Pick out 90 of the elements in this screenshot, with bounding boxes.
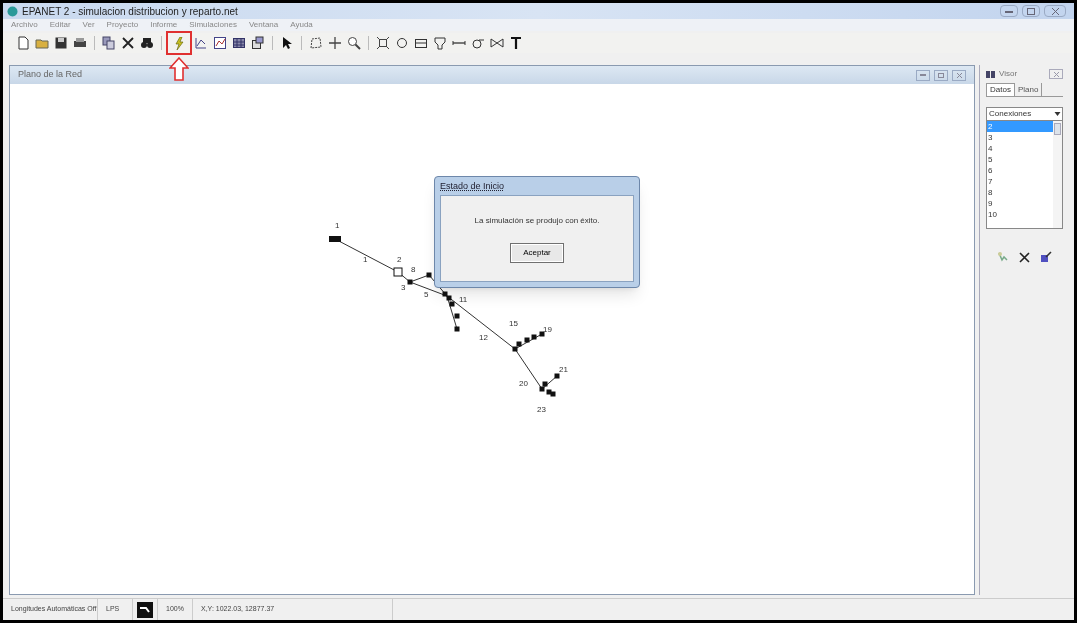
toolbar-button[interactable]: [375, 35, 391, 51]
close-icon: [1051, 7, 1059, 15]
minimize-icon: [1005, 9, 1013, 13]
browser-icon: [986, 70, 995, 78]
full-extent-icon: [376, 36, 390, 50]
dialog-message: La simulación se produjo con éxito.: [474, 214, 600, 227]
node-label: 2: [397, 255, 402, 264]
minimize-button[interactable]: [916, 69, 930, 81]
node-label: 11: [459, 295, 468, 304]
list-item[interactable]: 4: [987, 143, 1053, 154]
maximize-icon: [938, 72, 944, 78]
toolbar-button[interactable]: [139, 35, 155, 51]
accept-button[interactable]: Aceptar: [510, 242, 564, 263]
new-file-icon: [16, 36, 30, 50]
map-window-title: Plano de la Red: [18, 68, 83, 82]
toolbar-button[interactable]: [346, 35, 362, 51]
list-item[interactable]: 10: [987, 209, 1053, 220]
edit-icon: [1040, 251, 1052, 263]
delete-icon: [1019, 251, 1030, 263]
open-folder-icon: [35, 36, 49, 50]
dialog-title: Estado de Inicio: [440, 180, 506, 193]
close-icon: [1053, 71, 1059, 77]
toolbar-button[interactable]: [489, 35, 505, 51]
app-icon: [7, 5, 18, 17]
pointer-icon: [280, 36, 294, 50]
close-button[interactable]: [1044, 5, 1066, 17]
toolbar-button[interactable]: [212, 35, 228, 51]
maximize-button[interactable]: [1022, 5, 1040, 17]
minimize-icon: [920, 74, 926, 76]
add-object-icon: [997, 251, 1009, 263]
node-label: 8: [411, 265, 416, 274]
toolbar-button[interactable]: [432, 35, 448, 51]
node-label: 1: [335, 221, 340, 230]
node-label: 21: [559, 365, 568, 374]
list-item[interactable]: 8: [987, 187, 1053, 198]
pan-icon: [328, 36, 342, 50]
maximize-button[interactable]: [934, 69, 948, 81]
close-icon: [956, 72, 962, 78]
scrollbar[interactable]: [1053, 121, 1062, 228]
node-label: 1: [363, 255, 368, 264]
edit-button[interactable]: [1040, 251, 1052, 263]
node-label: 5: [424, 290, 429, 299]
tab[interactable]: Datos: [986, 83, 1015, 96]
graph-icon: [213, 36, 227, 50]
reservoir-icon: [414, 36, 428, 50]
node-label: 15: [509, 319, 518, 328]
print-icon: [73, 36, 87, 50]
delete-button[interactable]: [1019, 251, 1030, 263]
highlight-frame: [166, 31, 192, 55]
node-label: 20: [519, 379, 528, 388]
toolbar-button[interactable]: [231, 35, 247, 51]
tank-icon: [433, 36, 447, 50]
list-item[interactable]: 6: [987, 165, 1053, 176]
close-button[interactable]: [952, 69, 966, 81]
text-tool-icon: [509, 36, 523, 50]
run-button[interactable]: [172, 36, 186, 50]
toolbar-button[interactable]: [120, 35, 136, 51]
copy-icon: [102, 36, 116, 50]
profile-chart-icon: [194, 36, 208, 50]
list-item[interactable]: 3: [987, 132, 1053, 143]
list-item[interactable]: 9: [987, 198, 1053, 209]
table-icon: [232, 36, 246, 50]
junction-icon: [395, 36, 409, 50]
options-icon: [251, 36, 265, 50]
toolbar-button[interactable]: [508, 35, 524, 51]
node-label: 19: [543, 325, 552, 334]
node-label: 23: [537, 405, 546, 414]
list-item[interactable]: 5: [987, 154, 1053, 165]
toolbar-button[interactable]: [53, 35, 69, 51]
pump-icon: [471, 36, 485, 50]
node-label: 12: [479, 333, 488, 342]
binoculars-icon: [140, 36, 154, 50]
tab[interactable]: Plano: [1014, 83, 1043, 96]
save-icon: [54, 36, 68, 50]
lightning-bolt-icon: [174, 36, 184, 50]
minimize-button[interactable]: [1000, 5, 1018, 17]
maximize-icon: [1027, 7, 1035, 15]
select-region-icon: [309, 36, 323, 50]
panel-title: Visor: [999, 68, 1018, 80]
valve-icon: [490, 36, 504, 50]
flow-direction-icon[interactable]: [137, 601, 153, 618]
toolbar-button[interactable]: [250, 35, 266, 51]
toolbar-button[interactable]: [394, 35, 410, 51]
node-label: 3: [401, 283, 406, 292]
dropdown-value: Conexiones: [988, 108, 1033, 120]
zoom-in-icon: [347, 36, 361, 50]
list-item[interactable]: 7: [987, 176, 1053, 187]
category-dropdown[interactable]: Conexiones: [986, 107, 1063, 121]
delete-icon: [121, 36, 135, 50]
window-title: EPANET 2 - simulacion distribucion y reparto.net: [22, 4, 238, 19]
